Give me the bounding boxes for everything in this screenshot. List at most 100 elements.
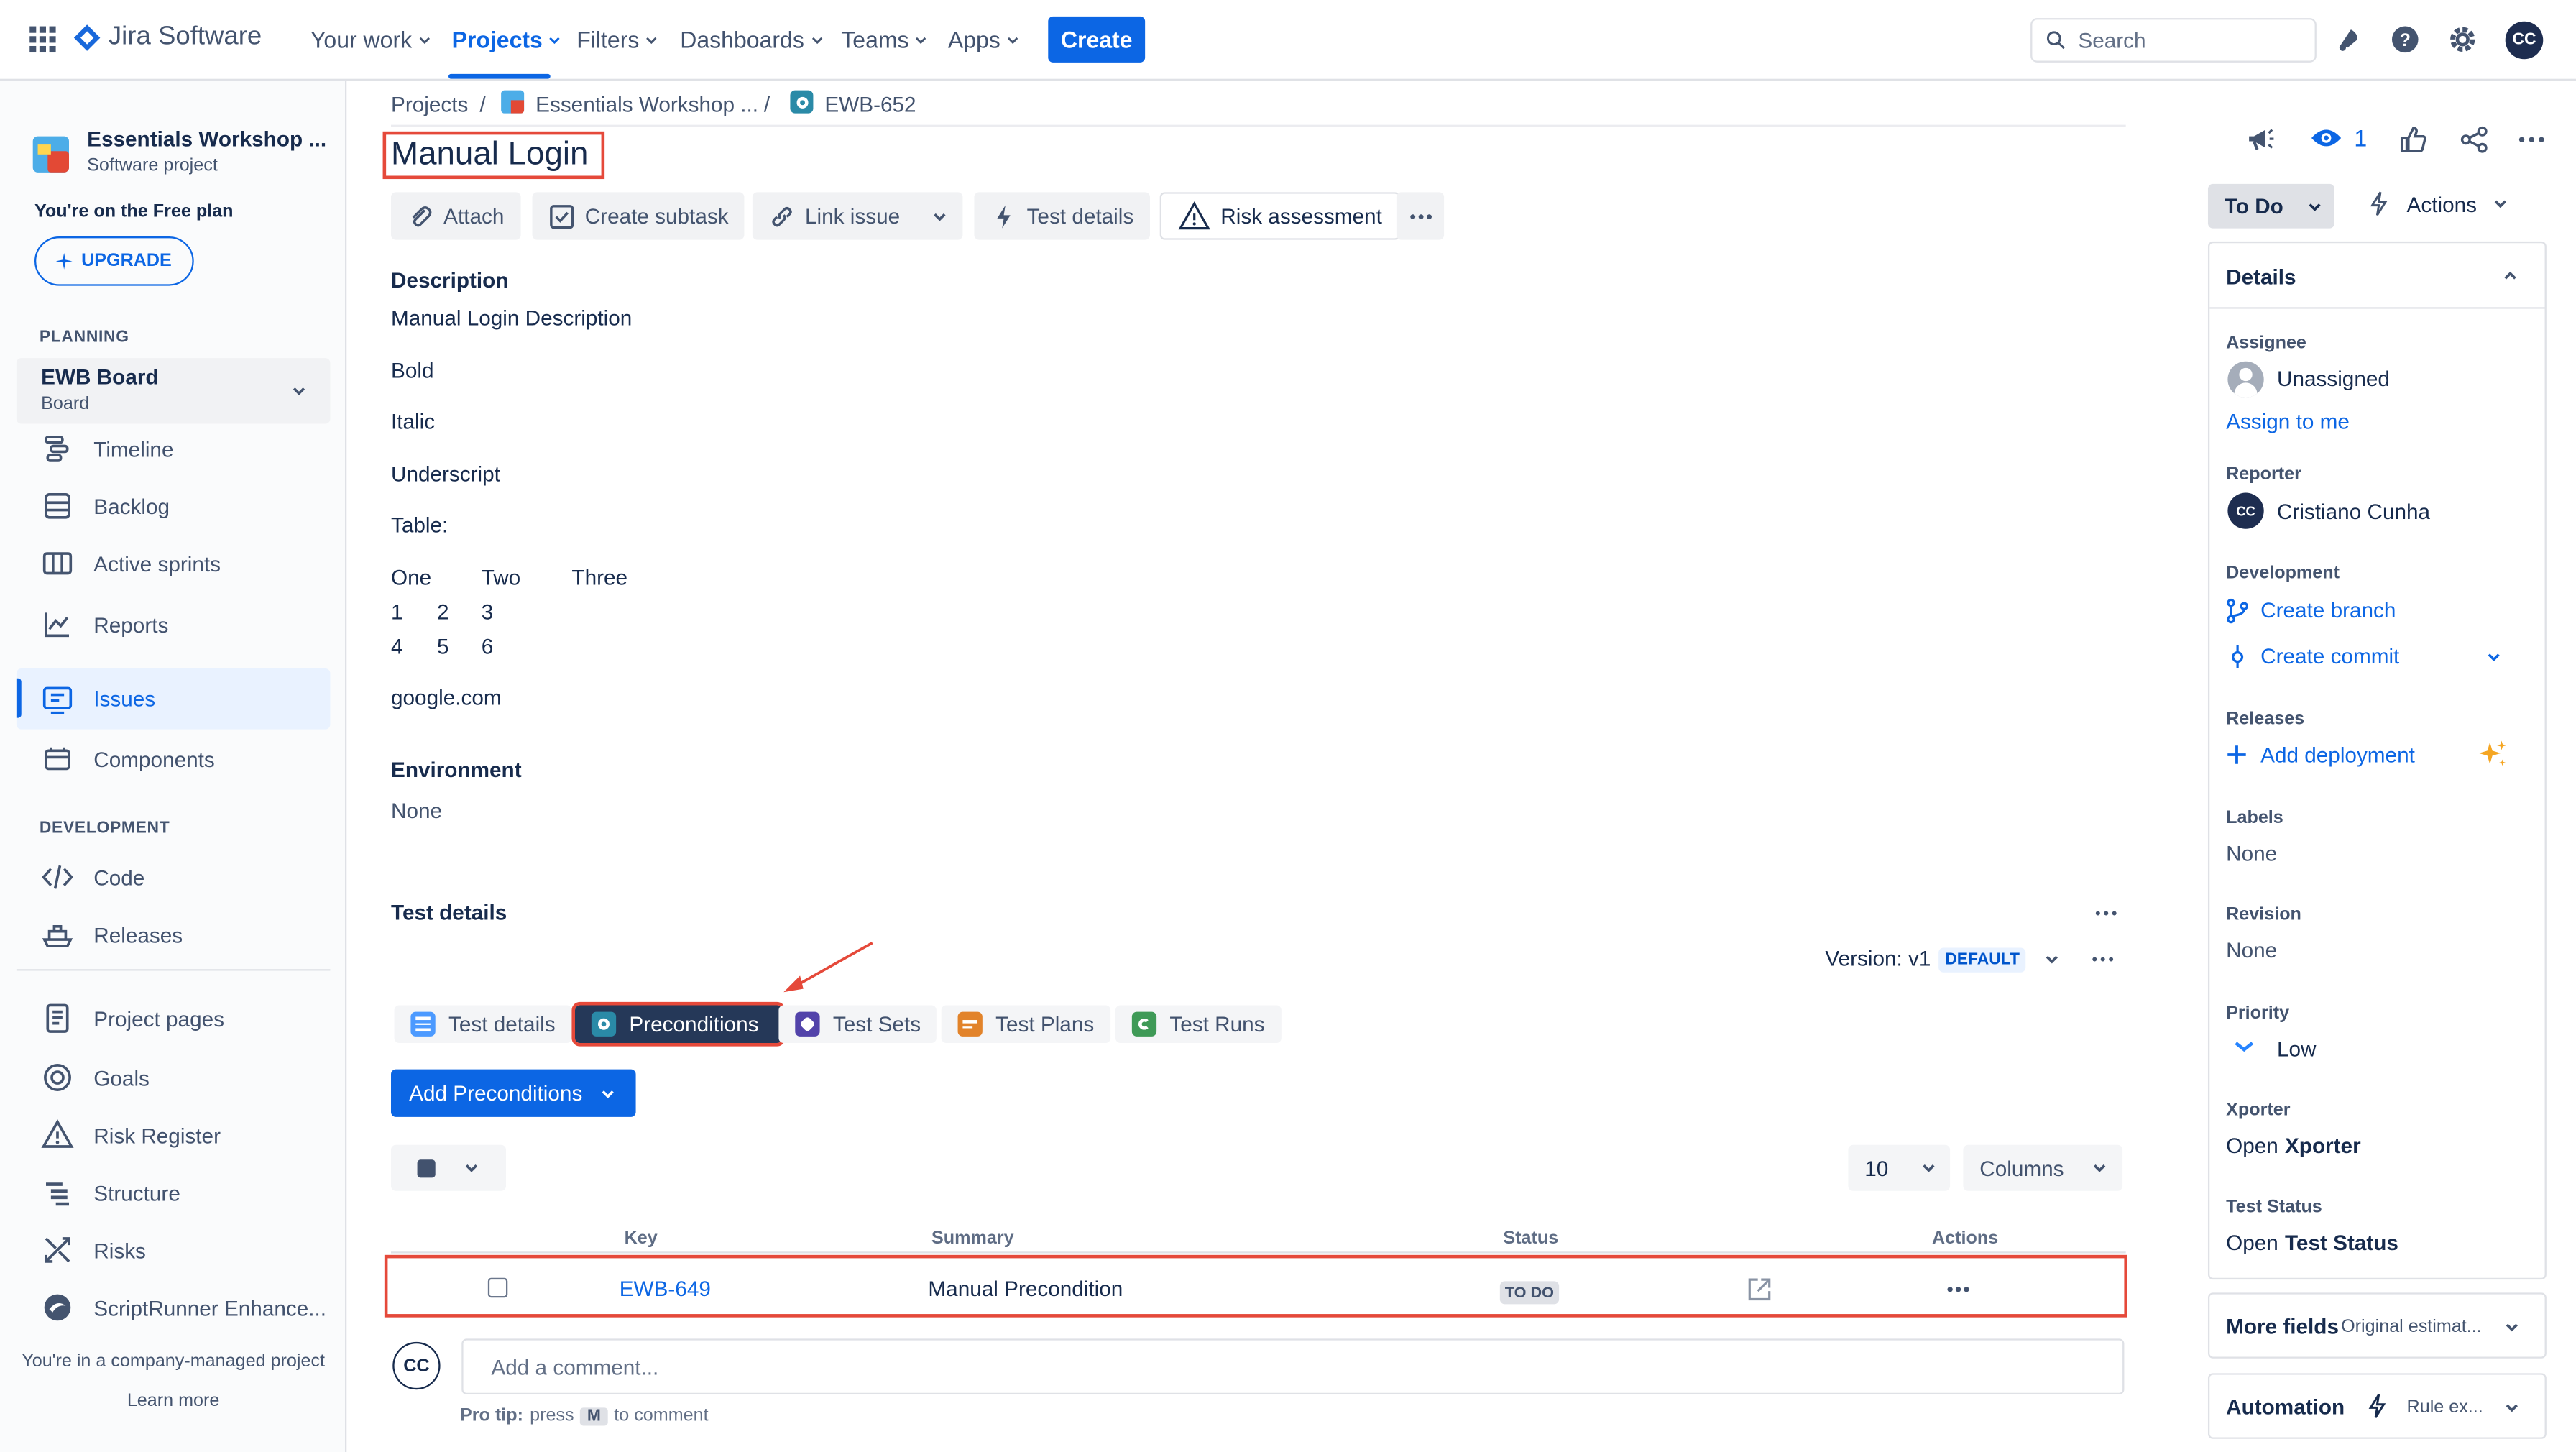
sidebar-divider — [16, 969, 331, 971]
status-transition-button[interactable]: To Do — [2207, 183, 2334, 229]
comment-input[interactable]: Add a comment... — [461, 1338, 2125, 1395]
sidebar-item-risks[interactable]: Risks — [17, 1221, 331, 1279]
sidebar-item-releases[interactable]: Releases — [17, 905, 331, 964]
watch-button[interactable]: 1 — [2310, 125, 2367, 151]
more-icon[interactable] — [2517, 127, 2547, 153]
upgrade-button[interactable]: UPGRADE — [34, 236, 194, 286]
automation-panel[interactable]: Automation Rule ex... — [2207, 1373, 2547, 1439]
test-details-more-icon[interactable] — [2093, 900, 2120, 927]
breadcrumb-projects[interactable]: Projects — [391, 92, 468, 116]
more-actions-button[interactable] — [1396, 192, 1445, 240]
create-subtask-button[interactable]: Create subtask — [532, 192, 745, 240]
sidebar-item-goals[interactable]: Goals — [17, 1048, 331, 1107]
create-button[interactable]: Create — [1048, 16, 1146, 63]
settings-gear-icon[interactable] — [2448, 24, 2478, 54]
sidebar-item-label: Risks — [93, 1237, 146, 1263]
breadcrumb-issue-key[interactable]: EWB-652 — [824, 92, 916, 116]
user-avatar[interactable]: CC — [2505, 21, 2544, 60]
labels-value[interactable]: None — [2226, 841, 2277, 865]
tab-preconditions[interactable]: Preconditions — [571, 1001, 786, 1047]
eye-icon — [2311, 129, 2342, 147]
nav-apps[interactable]: Apps — [948, 27, 1020, 52]
search-input[interactable]: Search — [2030, 18, 2317, 63]
sidebar-item-timeline[interactable]: Timeline — [17, 419, 331, 478]
subtask-icon — [550, 203, 574, 229]
assign-to-me-link[interactable]: Assign to me — [2226, 409, 2350, 433]
version-dropdown-chevron-icon[interactable] — [2043, 951, 2060, 968]
ai-sparkle-icon[interactable] — [2478, 739, 2508, 770]
sidebar-item-code[interactable]: Code — [17, 847, 331, 906]
tab-test-runs[interactable]: Test Runs — [1115, 1005, 1282, 1044]
sidebar-item-scriptrunner[interactable]: ScriptRunner Enhance... — [17, 1278, 331, 1337]
sidebar-item-backlog[interactable]: Backlog — [17, 477, 331, 536]
table-header-cell: Three — [571, 565, 628, 590]
column-header-status[interactable]: Status — [1503, 1228, 1558, 1248]
sidebar-item-reports[interactable]: Reports — [17, 594, 331, 653]
feedback-megaphone-icon[interactable] — [2244, 123, 2277, 156]
actions-button[interactable]: Actions — [2365, 190, 2508, 217]
pro-tip-label: Pro tip: — [459, 1406, 523, 1426]
notifications-icon[interactable] — [2334, 24, 2364, 54]
row-key-link[interactable]: EWB-649 — [620, 1277, 711, 1301]
share-icon[interactable] — [2460, 125, 2489, 155]
priority-label: Priority — [2226, 1003, 2290, 1024]
link-issue-dropdown[interactable] — [915, 192, 963, 240]
nav-dashboards[interactable]: Dashboards — [680, 27, 824, 52]
nav-teams[interactable]: Teams — [841, 27, 929, 52]
chevron-down-icon — [2506, 1404, 2518, 1412]
sidebar-item-components[interactable]: Components — [17, 730, 331, 789]
learn-more-link[interactable]: Learn more — [0, 1391, 346, 1410]
sidebar-item-structure[interactable]: Structure — [17, 1163, 331, 1222]
breadcrumb-project[interactable]: Essentials Workshop ... — [535, 92, 758, 116]
open-test-status-link[interactable]: Open Test Status — [2226, 1231, 2398, 1255]
link-issue-button[interactable]: Link issue — [752, 192, 916, 240]
chevron-down-icon — [1923, 1164, 1936, 1172]
table-row: EWB-649 Manual Precondition TO DO — [384, 1254, 2128, 1318]
column-header-summary[interactable]: Summary — [932, 1228, 1014, 1248]
table-header-cell: Two — [481, 565, 521, 590]
xporter-label: Xporter — [2226, 1101, 2291, 1121]
sidebar-item-active-sprints[interactable]: Active sprints — [17, 534, 331, 593]
sidebar-item-risk-register[interactable]: Risk Register — [17, 1106, 331, 1164]
sidebar-item-project-pages[interactable]: Project pages — [17, 989, 331, 1048]
help-icon[interactable]: ? — [2391, 24, 2420, 54]
tab-test-sets[interactable]: Test Sets — [778, 1005, 937, 1044]
row-more-icon[interactable] — [1945, 1277, 1972, 1303]
tab-test-details[interactable]: Test details — [394, 1005, 572, 1044]
risk-assessment-button[interactable]: Risk assessment — [1159, 192, 1400, 240]
assignee-value[interactable]: Unassigned — [2277, 367, 2390, 391]
attach-button[interactable]: Attach — [390, 192, 521, 240]
reporter-value[interactable]: Cristiano Cunha — [2277, 500, 2430, 524]
test-details-button[interactable]: Test details — [974, 192, 1151, 240]
sidebar-item-issues[interactable]: Issues — [16, 668, 331, 730]
page-size-select[interactable]: 10 — [1848, 1144, 1951, 1191]
add-deployment-link[interactable]: Add deployment — [2260, 743, 2415, 767]
add-preconditions-button[interactable]: Add Preconditions — [390, 1069, 636, 1117]
svg-text:?: ? — [2400, 30, 2411, 50]
tab-test-plans[interactable]: Test Plans — [941, 1005, 1111, 1044]
nav-your-work[interactable]: Your work — [310, 27, 432, 52]
project-name[interactable]: Essentials Workshop ... — [87, 127, 326, 151]
create-branch-link[interactable]: Create branch — [2260, 598, 2396, 622]
revision-value[interactable]: None — [2226, 938, 2277, 962]
chevron-down-icon[interactable] — [2485, 649, 2502, 666]
priority-value[interactable]: Low — [2277, 1037, 2317, 1061]
version-more-icon[interactable] — [2089, 946, 2116, 973]
open-xporter-link[interactable]: Open Xporter — [2226, 1134, 2361, 1158]
board-switcher[interactable]: EWB Board Board — [16, 358, 331, 424]
details-header[interactable]: Details — [2209, 243, 2545, 309]
app-switcher-icon[interactable] — [29, 26, 56, 53]
open-external-icon[interactable] — [1744, 1274, 1774, 1304]
vote-thumbs-up-icon[interactable] — [2398, 125, 2428, 155]
nav-filters[interactable]: Filters — [576, 27, 659, 52]
columns-button[interactable]: Columns — [1963, 1144, 2123, 1191]
row-checkbox[interactable] — [487, 1277, 508, 1298]
project-type: Software project — [87, 156, 218, 176]
description-link[interactable]: google.com — [391, 685, 502, 709]
jira-logo[interactable]: Jira Software — [73, 23, 262, 52]
nav-projects[interactable]: Projects — [452, 27, 563, 52]
bulk-select-dropdown[interactable] — [390, 1144, 506, 1191]
create-commit-link[interactable]: Create commit — [2260, 644, 2399, 668]
more-fields-panel[interactable]: More fields Original estimat... — [2207, 1292, 2547, 1359]
column-header-key[interactable]: Key — [625, 1228, 658, 1248]
